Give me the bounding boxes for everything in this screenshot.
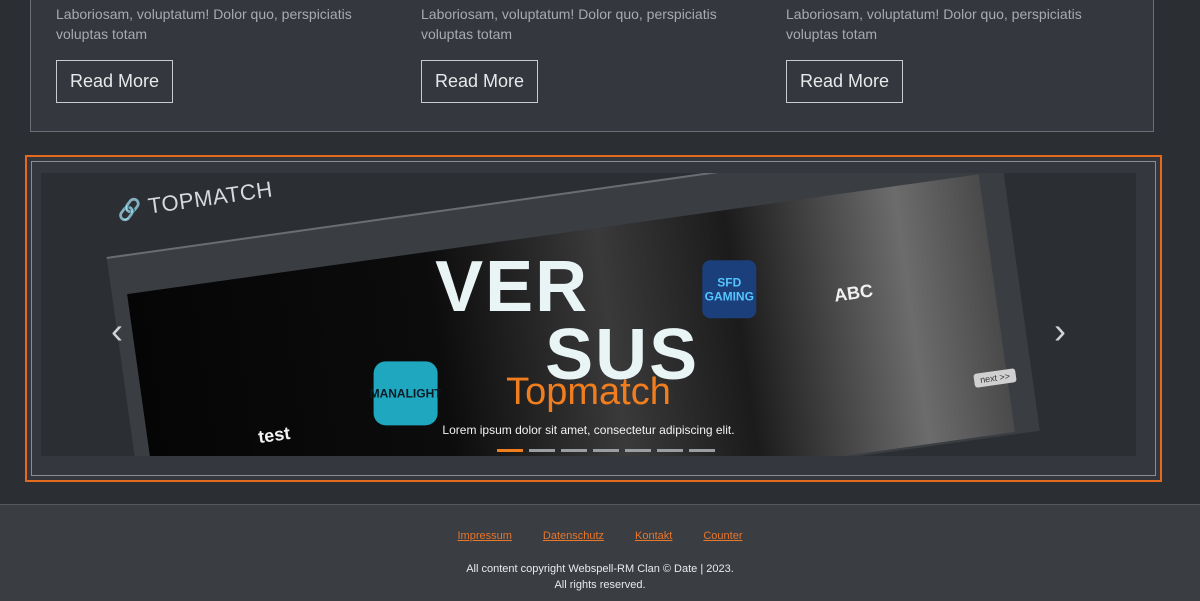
topmatch-slider: 🔗TOPMATCH VER SUS test ABC esl MANALIGHT… [25,155,1162,482]
slide-indicator[interactable] [625,449,651,452]
news-card: Laboriosam, voluptatum! Dolor quo, persp… [56,0,396,103]
versus-line1: VER [435,247,590,328]
versus-title: VER SUS [435,247,699,395]
site-footer: Impressum Datenschutz Kontakt Counter Al… [0,504,1200,601]
read-more-button[interactable]: Read More [786,60,903,103]
footer-link-datenschutz[interactable]: Datenschutz [543,530,604,542]
news-card: Laboriosam, voluptatum! Dolor quo, persp… [421,0,761,103]
copyright-text: All content copyright Webspell-RM Clan ©… [0,561,1200,593]
slide-indicator[interactable] [497,449,523,452]
slide-indicator[interactable] [561,449,587,452]
footer-link-counter[interactable]: Counter [703,530,742,542]
news-cards-section: Laboriosam, voluptatum! Dolor quo, persp… [30,0,1154,132]
chevron-right-icon[interactable]: › [1054,313,1066,349]
read-more-button[interactable]: Read More [421,60,538,103]
slide-indicator[interactable] [593,449,619,452]
team-right-name: ABC [832,280,875,306]
read-more-button[interactable]: Read More [56,60,173,103]
slide-indicator[interactable] [529,449,555,452]
slide-caption-title: Topmatch [506,371,671,413]
chevron-left-icon[interactable]: ‹ [111,313,123,349]
copyright-line1: All content copyright Webspell-RM Clan ©… [466,563,734,575]
news-card: Laboriosam, voluptatum! Dolor quo, persp… [786,0,1126,103]
slide-indicator[interactable] [689,449,715,452]
news-card-text: Laboriosam, voluptatum! Dolor quo, persp… [421,6,717,42]
copyright-line2: All rights reserved. [554,579,646,591]
footer-link-kontakt[interactable]: Kontakt [635,530,672,542]
slide-caption-text: Lorem ipsum dolor sit amet, consectetur … [442,423,735,437]
news-card-text: Laboriosam, voluptatum! Dolor quo, persp… [786,6,1082,42]
footer-links: Impressum Datenschutz Kontakt Counter [0,530,1200,542]
slider-stage: 🔗TOPMATCH VER SUS test ABC esl MANALIGHT… [41,173,1136,456]
sfd-gaming-logo: SFD GAMING [702,260,757,319]
footer-link-impressum[interactable]: Impressum [457,530,511,542]
slider-indicators [497,449,715,452]
slide-indicator[interactable] [657,449,683,452]
link-icon: 🔗 [115,197,145,224]
news-card-text: Laboriosam, voluptatum! Dolor quo, persp… [56,6,352,42]
